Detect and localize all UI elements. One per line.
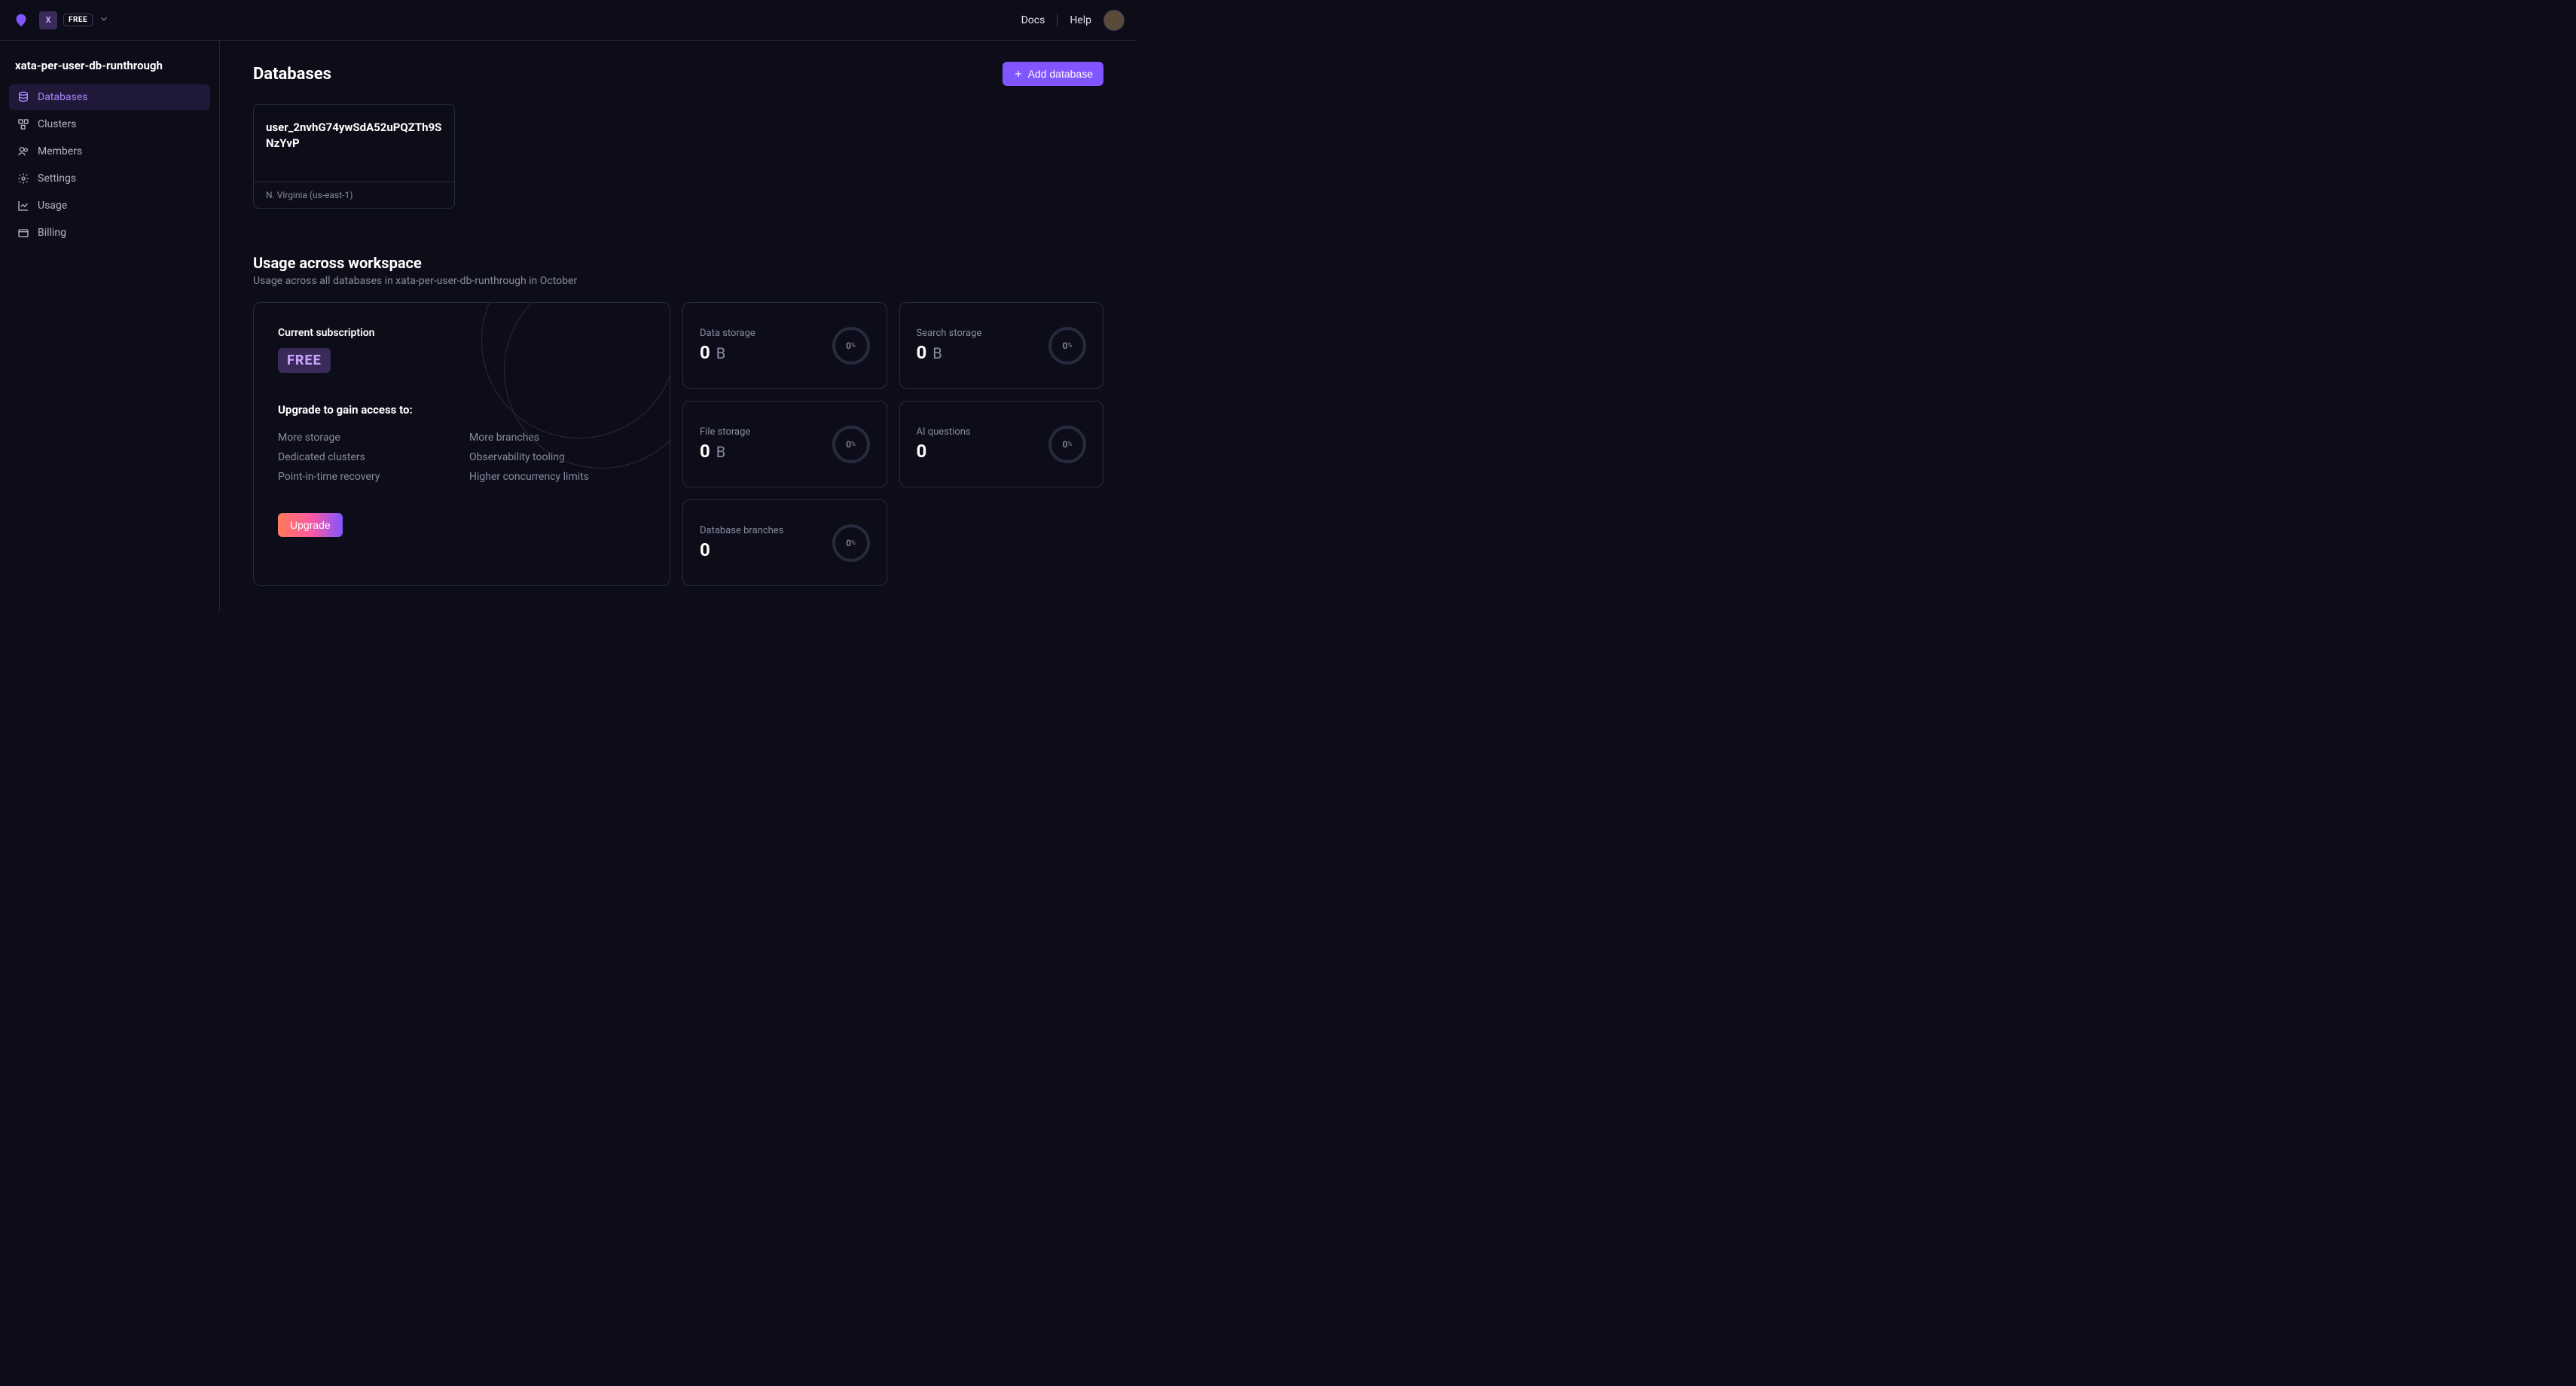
- sidebar-item-label: Billing: [38, 227, 66, 239]
- benefit-item: Point-in-time recovery: [278, 471, 454, 483]
- benefit-item: Dedicated clusters: [278, 451, 454, 463]
- upgrade-heading: Upgrade to gain access to:: [278, 403, 646, 417]
- metric-value: 0: [917, 441, 971, 462]
- docs-link[interactable]: Docs: [1021, 14, 1045, 26]
- database-card[interactable]: user_2nvhG74ywSdA52uPQZTh9SNzYvP N. Virg…: [253, 104, 455, 209]
- metric-label: Search storage: [917, 328, 982, 339]
- metric-label: Data storage: [700, 328, 755, 339]
- workspace-switcher[interactable]: X FREE: [39, 11, 109, 29]
- database-name: user_2nvhG74ywSdA52uPQZTh9SNzYvP: [266, 120, 442, 151]
- plan-pill: FREE: [278, 348, 331, 373]
- metric-value: 0 B: [917, 342, 982, 363]
- metric-label: File storage: [700, 426, 750, 438]
- decorative-arc: [481, 302, 670, 438]
- database-card-body: user_2nvhG74ywSdA52uPQZTh9SNzYvP: [254, 105, 454, 182]
- sidebar-item-databases[interactable]: Databases: [9, 84, 210, 110]
- chevron-down-icon: [99, 13, 109, 27]
- metric-ai-questions: AI questions 0 0%: [899, 401, 1104, 487]
- usage-section: Usage across workspace Usage across all …: [253, 254, 1103, 586]
- gear-icon: [17, 172, 30, 185]
- sidebar-item-label: Clusters: [38, 118, 76, 130]
- sidebar-item-billing[interactable]: Billing: [9, 220, 210, 246]
- plus-icon: [1013, 69, 1024, 79]
- add-database-button[interactable]: Add database: [1003, 62, 1103, 86]
- chart-icon: [17, 199, 30, 212]
- metric-value: 0 B: [700, 342, 755, 363]
- metrics-grid: Data storage 0 B 0% Search storage 0 B 0…: [682, 302, 1103, 586]
- benefit-item: More branches: [469, 432, 646, 444]
- sidebar-item-label: Settings: [38, 172, 76, 185]
- app-logo[interactable]: [12, 11, 30, 29]
- metric-value: 0: [700, 539, 783, 560]
- metric-data-storage: Data storage 0 B 0%: [682, 302, 887, 389]
- usage-subheading: Usage across all databases in xata-per-u…: [253, 275, 1103, 287]
- usage-heading: Usage across workspace: [253, 254, 1103, 272]
- sidebar: xata-per-user-db-runthrough Databases Cl…: [0, 41, 220, 612]
- usage-ring: 0%: [832, 426, 870, 463]
- topbar-right: Docs Help: [1021, 10, 1125, 31]
- sidebar-item-label: Databases: [38, 91, 87, 103]
- subscription-label: Current subscription: [278, 327, 646, 339]
- metric-value: 0 B: [700, 441, 750, 462]
- metric-label: Database branches: [700, 525, 783, 536]
- add-database-label: Add database: [1028, 68, 1093, 80]
- subscription-panel: Current subscription FREE Upgrade to gai…: [253, 302, 670, 586]
- divider: [1057, 14, 1058, 26]
- sidebar-item-clusters[interactable]: Clusters: [9, 111, 210, 137]
- page-header: Databases Add database: [253, 62, 1103, 86]
- usage-ring: 0%: [1048, 327, 1086, 365]
- plan-badge: FREE: [63, 14, 93, 26]
- database-region: N. Virginia (us-east-1): [254, 182, 454, 208]
- benefit-item: Higher concurrency limits: [469, 471, 646, 483]
- metric-search-storage: Search storage 0 B 0%: [899, 302, 1104, 389]
- usage-ring: 0%: [1048, 426, 1086, 463]
- upgrade-button[interactable]: Upgrade: [278, 513, 343, 537]
- usage-ring: 0%: [832, 327, 870, 365]
- sidebar-item-members[interactable]: Members: [9, 139, 210, 164]
- members-icon: [17, 145, 30, 158]
- benefit-item: Observability tooling: [469, 451, 646, 463]
- metric-file-storage: File storage 0 B 0%: [682, 401, 887, 487]
- help-link[interactable]: Help: [1070, 14, 1091, 26]
- database-icon: [17, 90, 30, 104]
- topbar-left: X FREE: [12, 11, 109, 29]
- sidebar-item-label: Usage: [38, 200, 67, 212]
- usage-ring: 0%: [832, 524, 870, 562]
- topbar: X FREE Docs Help: [0, 0, 1137, 41]
- butterfly-icon: [13, 12, 29, 29]
- workspace-initial-badge: X: [39, 11, 57, 29]
- sidebar-item-settings[interactable]: Settings: [9, 166, 210, 191]
- workspace-title: xata-per-user-db-runthrough: [9, 59, 210, 84]
- metric-label: AI questions: [917, 426, 971, 438]
- benefit-item: More storage: [278, 432, 454, 444]
- billing-icon: [17, 226, 30, 240]
- benefits-list: More storage More branches Dedicated clu…: [278, 432, 646, 483]
- sidebar-item-label: Members: [38, 145, 82, 157]
- usage-grid: Current subscription FREE Upgrade to gai…: [253, 302, 1103, 586]
- page-title: Databases: [253, 65, 331, 84]
- user-avatar[interactable]: [1103, 10, 1125, 31]
- metric-database-branches: Database branches 0 0%: [682, 499, 887, 586]
- cluster-icon: [17, 118, 30, 131]
- sidebar-item-usage[interactable]: Usage: [9, 193, 210, 218]
- main-content: Databases Add database user_2nvhG74ywSdA…: [220, 41, 1137, 612]
